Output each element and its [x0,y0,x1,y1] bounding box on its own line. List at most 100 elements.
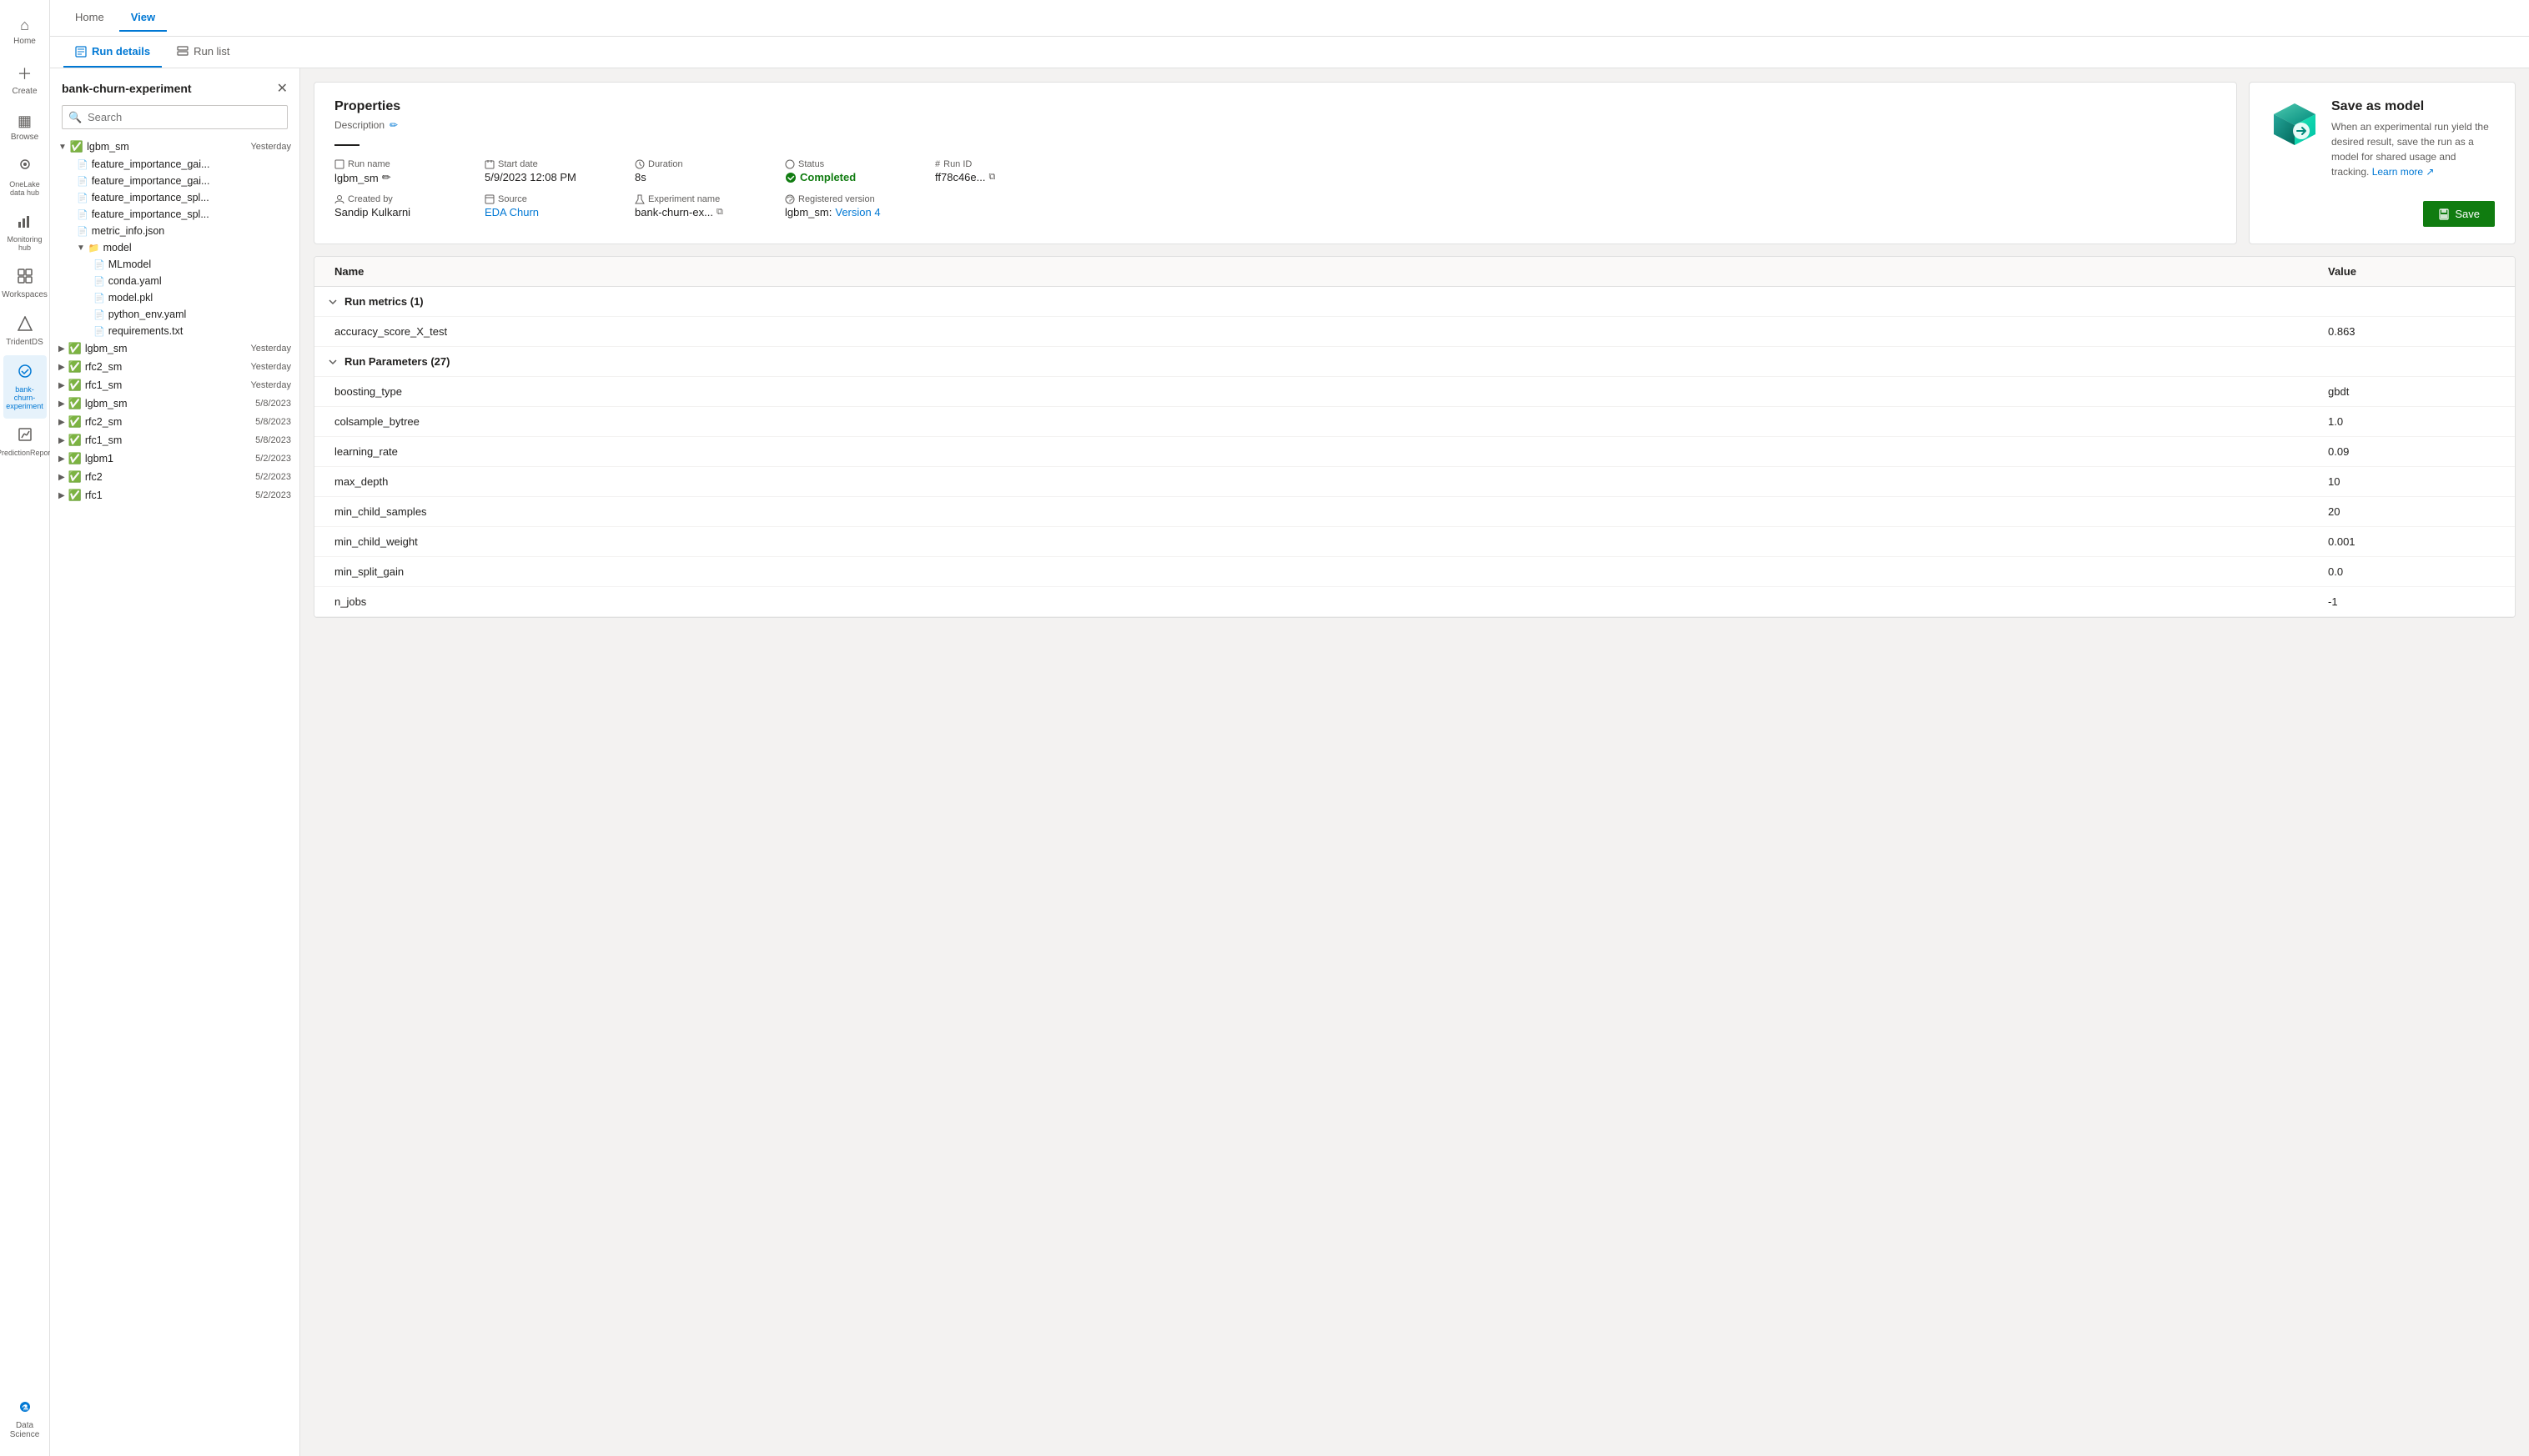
item-label: lgbm_sm [85,343,248,354]
save-icon [2438,208,2450,220]
check-icon: ✅ [68,415,82,429]
tree-item-mlmodel[interactable]: 📄 MLmodel [50,256,299,273]
workspaces-icon [18,269,33,288]
learn-more-link[interactable]: Learn more ↗ [2372,166,2435,178]
tree-item-lgbm-sm-2[interactable]: ▶ ✅ lgbm_sm Yesterday [50,339,299,358]
nav-tridentds[interactable]: TridentDS [3,308,47,355]
prop-duration: Duration 8s [635,159,752,184]
expand-icon: ▶ [58,399,65,409]
check-icon: ✅ [68,397,82,410]
nav-bank-churn[interactable]: bank-churn-experiment [3,355,47,419]
browse-icon: ▦ [18,113,32,130]
prop-experiment-name: Experiment name bank-churn-ex... ⧉ [635,194,752,218]
metrics-table: Name Value Run metrics (1) accuracy_scor… [314,256,2516,618]
row-name: min_child_weight [334,535,2328,548]
view-tabs-bar: Run details Run list [50,37,2529,68]
table-row-max-depth: max_depth 10 [314,467,2515,497]
tree-item-conda[interactable]: 📄 conda.yaml [50,273,299,289]
nav-home[interactable]: ⌂ Home [3,8,47,54]
run-list-icon [177,46,189,58]
copy-experiment-icon[interactable]: ⧉ [716,207,723,218]
edit-description-icon[interactable]: ✏ [390,119,398,131]
home-icon: ⌂ [20,17,29,34]
nav-workspaces[interactable]: Workspaces [3,260,47,308]
search-icon: 🔍 [68,111,82,124]
sidebar: bank-churn-experiment ✕ 🔍 ▼ ✅ lgbm_sm Ye… [50,68,300,1456]
prop-created-by-value: Sandip Kulkarni [334,206,451,218]
expand-icon: ▶ [58,381,65,390]
tree-item-rfc2-sm-1[interactable]: ▶ ✅ rfc2_sm Yesterday [50,358,299,376]
tab-run-list[interactable]: Run list [165,37,241,68]
props-divider [334,144,359,146]
tab-home[interactable]: Home [63,4,116,32]
edit-run-name-icon[interactable]: ✏ [382,171,391,184]
top-bar: Home View [50,0,2529,37]
item-date: 5/2/2023 [255,472,291,482]
top-cards-row: Properties Description ✏ Run name [314,82,2516,244]
save-button[interactable]: Save [2423,201,2495,227]
tree-item-model-folder[interactable]: ▼ 📁 model [50,239,299,256]
sidebar-header: bank-churn-experiment ✕ [50,68,299,105]
prop-source-label: Source [485,194,601,204]
tree-area: ▼ ✅ lgbm_sm Yesterday 📄 feature_importan… [50,138,299,1456]
item-date: Yesterday [250,380,291,390]
tree-item-lgbm-sm-1[interactable]: ▼ ✅ lgbm_sm Yesterday [50,138,299,156]
copy-run-id-icon[interactable]: ⧉ [988,172,995,183]
tree-item-lgbm-sm-3[interactable]: ▶ ✅ lgbm_sm 5/8/2023 [50,394,299,413]
tree-item-metric[interactable]: 📄 metric_info.json [50,223,299,239]
prop-status: Status Completed [785,159,902,184]
nav-monitoring[interactable]: Monitoring hub [3,205,47,260]
tab-view[interactable]: View [119,4,167,32]
prop-source-value[interactable]: EDA Churn [485,206,601,218]
tree-item-rfc2[interactable]: ▶ ✅ rfc2 5/2/2023 [50,468,299,486]
version-link[interactable]: Version 4 [835,206,880,218]
row-value: -1 [2328,595,2495,608]
nav-onelake[interactable]: OneLake data hub [3,150,47,205]
item-date: 5/8/2023 [255,399,291,409]
tab-run-details[interactable]: Run details [63,37,162,68]
nav-prediction[interactable]: PredictionReport [3,419,47,465]
item-label: model.pkl [108,292,291,304]
item-label: MLmodel [108,259,291,270]
svg-text:⚗: ⚗ [21,1403,28,1412]
file-icon: 📄 [93,293,105,304]
nav-create[interactable]: ＋ Create [3,54,47,104]
tree-item-feat2[interactable]: 📄 feature_importance_gai... [50,173,299,189]
person-icon [334,194,344,204]
section-run-parameters[interactable]: Run Parameters (27) [314,347,2515,377]
nav-datascience[interactable]: ⚗ Data Science [3,1391,47,1448]
table-row-boosting-type: boosting_type gbdt [314,377,2515,407]
tree-item-feat3[interactable]: 📄 feature_importance_spl... [50,189,299,206]
status-icon [785,159,795,169]
item-label: model [103,242,291,254]
check-icon: ✅ [68,379,82,392]
onelake-icon [18,158,33,178]
item-label: lgbm_sm [85,398,252,409]
section-run-metrics[interactable]: Run metrics (1) [314,287,2515,317]
tree-item-lgbm1[interactable]: ▶ ✅ lgbm1 5/2/2023 [50,449,299,468]
tree-item-rfc1[interactable]: ▶ ✅ rfc1 5/2/2023 [50,486,299,505]
tree-item-rfc1-sm-2[interactable]: ▶ ✅ rfc1_sm 5/8/2023 [50,431,299,449]
item-label: lgbm_sm [87,141,247,153]
sidebar-close-button[interactable]: ✕ [277,80,288,97]
tree-item-rfc2-sm-2[interactable]: ▶ ✅ rfc2_sm 5/8/2023 [50,413,299,431]
tree-item-requirements[interactable]: 📄 requirements.txt [50,323,299,339]
expand-icon: ▶ [58,344,65,354]
save-model-title: Save as model [2331,99,2495,114]
item-label: feature_importance_gai... [92,158,291,170]
tree-item-python-env[interactable]: 📄 python_env.yaml [50,306,299,323]
tree-item-modelpkl[interactable]: 📄 model.pkl [50,289,299,306]
item-date: 5/2/2023 [255,454,291,464]
tree-item-rfc1-sm-1[interactable]: ▶ ✅ rfc1_sm Yesterday [50,376,299,394]
tree-item-feat1[interactable]: 📄 feature_importance_gai... [50,156,299,173]
prop-status-label: Status [785,159,902,169]
prop-run-name: Run name lgbm_sm ✏ [334,159,451,184]
tree-item-feat4[interactable]: 📄 feature_importance_spl... [50,206,299,223]
check-icon: ✅ [68,434,82,447]
file-icon: 📄 [77,159,88,170]
search-input[interactable] [62,105,288,129]
nav-browse[interactable]: ▦ Browse [3,104,47,150]
save-button-row: Save [2270,201,2495,227]
item-label: rfc2 [85,471,252,483]
run-name-icon [334,159,344,169]
